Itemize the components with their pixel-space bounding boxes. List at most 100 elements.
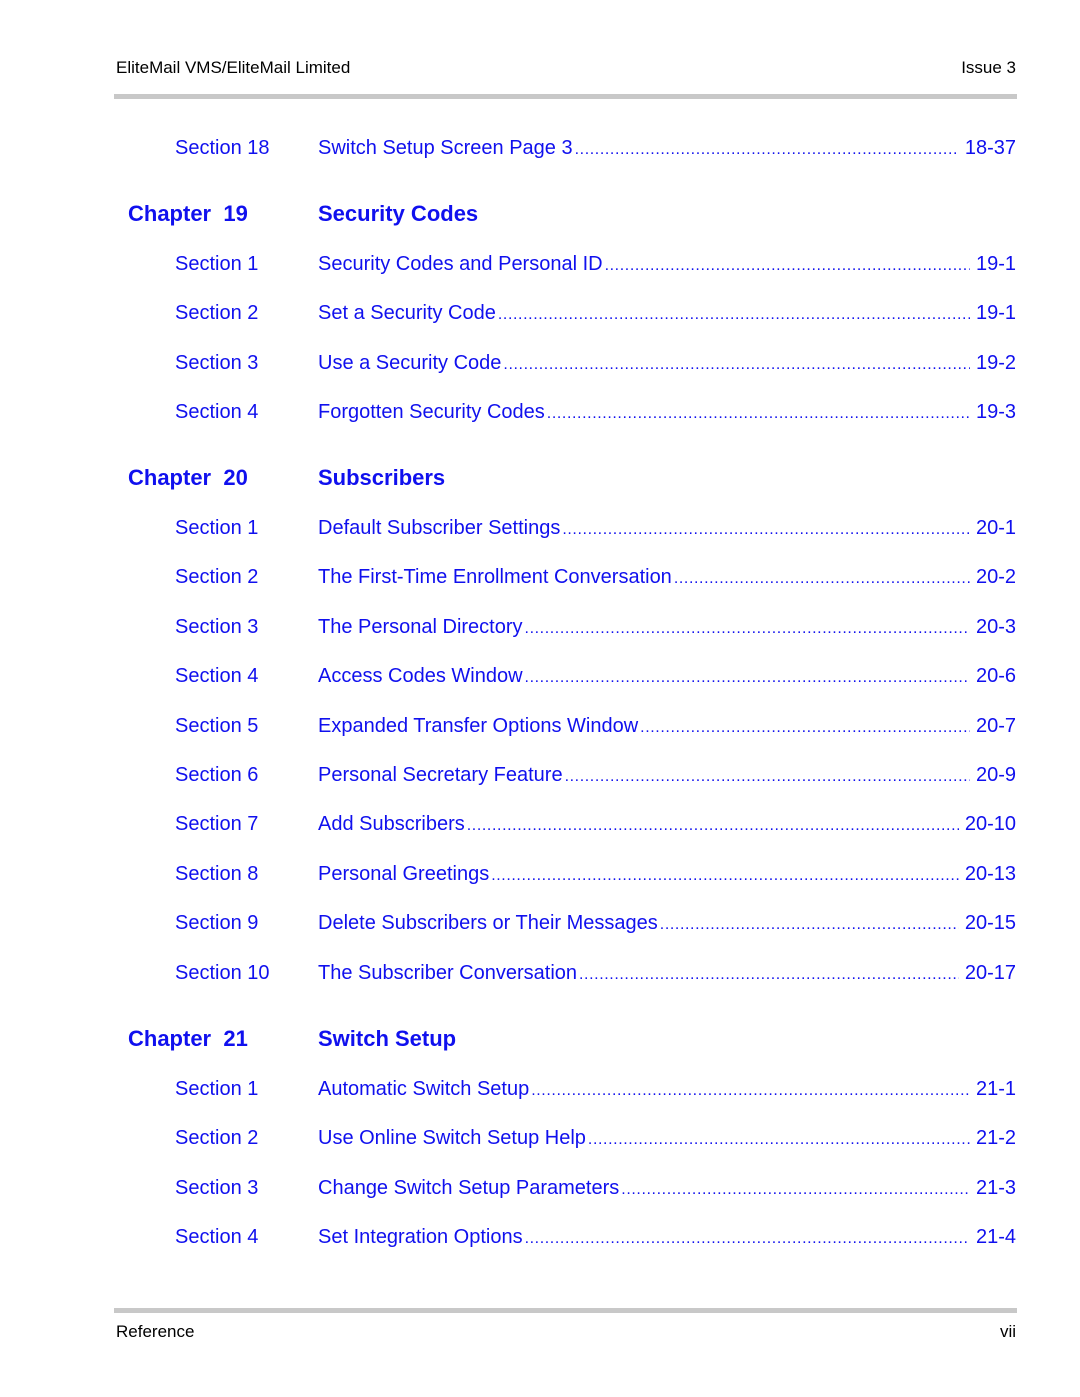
dot-leader (547, 405, 970, 423)
toc-section-number[interactable]: Section 9 (175, 912, 258, 935)
chapter-number[interactable]: Chapter 19 (128, 201, 248, 227)
toc-section-number[interactable]: Section 2 (175, 302, 258, 325)
toc-page-number[interactable]: 19-2 (976, 352, 1016, 375)
toc-section-number[interactable]: Section 2 (175, 1127, 258, 1150)
dot-leader (588, 1131, 970, 1149)
toc-entry-title[interactable]: Set Integration Options (318, 1226, 523, 1249)
toc-entry[interactable]: Section 1 Security Codes and Personal ID… (0, 253, 1080, 281)
toc-entry[interactable]: Section 3 Use a Security Code 19-2 (0, 352, 1080, 380)
footer-section-name: Reference (116, 1322, 195, 1341)
chapter-title[interactable]: Switch Setup (318, 1026, 456, 1052)
toc-section-number[interactable]: Section 1 (175, 517, 258, 540)
toc-section-number[interactable]: Section 10 (175, 962, 270, 985)
toc-page-number[interactable]: 20-13 (965, 863, 1016, 886)
toc-page-number[interactable]: 19-1 (976, 302, 1016, 325)
toc-page-number[interactable]: 20-9 (976, 764, 1016, 787)
toc-entry[interactable]: Section 3 The Personal Directory 20-3 (0, 616, 1080, 644)
toc-chapter-heading[interactable]: Chapter 21 Switch Setup (0, 1026, 1080, 1056)
dot-leader (491, 867, 959, 885)
toc-section-number[interactable]: Section 5 (175, 715, 258, 738)
toc-chapter-heading[interactable]: Chapter 20 Subscribers (0, 465, 1080, 495)
footer-page-number: vii (999, 1322, 1016, 1341)
toc-page-number[interactable]: 21-3 (976, 1177, 1016, 1200)
toc-section-number[interactable]: Section 2 (175, 566, 258, 589)
toc-entry[interactable]: Section 4 Access Codes Window 20-6 (0, 665, 1080, 693)
dot-leader (575, 141, 959, 159)
toc-page-number[interactable]: 20-3 (976, 616, 1016, 639)
toc-entry-title[interactable]: Default Subscriber Settings (318, 517, 560, 540)
toc-page-number[interactable]: 21-2 (976, 1127, 1016, 1150)
dot-leader (498, 306, 970, 324)
dot-leader (525, 669, 970, 687)
toc-page-number[interactable]: 20-6 (976, 665, 1016, 688)
toc-entry[interactable]: Section 1 Automatic Switch Setup 21-1 (0, 1078, 1080, 1106)
toc-entry-title[interactable]: Add Subscribers (318, 813, 465, 836)
header-divider (114, 94, 1017, 99)
toc-entry-title[interactable]: Forgotten Security Codes (318, 401, 545, 424)
toc-entry[interactable]: Section 5 Expanded Transfer Options Wind… (0, 715, 1080, 743)
toc-entry-title[interactable]: Personal Greetings (318, 863, 489, 886)
dot-leader (565, 768, 970, 786)
toc-entry-title[interactable]: Personal Secretary Feature (318, 764, 563, 787)
toc-page-number[interactable]: 20-1 (976, 517, 1016, 540)
toc-page-number[interactable]: 21-1 (976, 1078, 1016, 1101)
toc-section-number[interactable]: Section 4 (175, 401, 258, 424)
toc-entry[interactable]: Section 4 Forgotten Security Codes 19-3 (0, 401, 1080, 429)
toc-entry[interactable]: Section 8 Personal Greetings 20-13 (0, 863, 1080, 891)
header-document-title: EliteMail VMS/EliteMail Limited (116, 58, 351, 77)
toc-page-number[interactable]: 21-4 (976, 1226, 1016, 1249)
toc-entry-title[interactable]: The Subscriber Conversation (318, 962, 577, 985)
chapter-title[interactable]: Subscribers (318, 465, 445, 491)
toc-page-number[interactable]: 19-3 (976, 401, 1016, 424)
toc-entry-title[interactable]: Automatic Switch Setup (318, 1078, 529, 1101)
dot-leader (640, 719, 970, 737)
toc-page-number[interactable]: 20-10 (965, 813, 1016, 836)
toc-section-number[interactable]: Section 4 (175, 1226, 258, 1249)
toc-entry-title[interactable]: Delete Subscribers or Their Messages (318, 912, 658, 935)
toc-entry[interactable]: Section 10 The Subscriber Conversation 20… (0, 962, 1080, 990)
toc-entry-title[interactable]: Change Switch Setup Parameters (318, 1177, 619, 1200)
toc-chapter-heading[interactable]: Chapter 19 Security Codes (0, 201, 1080, 231)
toc-page-number[interactable]: 20-17 (965, 962, 1016, 985)
toc-section-number[interactable]: Section 7 (175, 813, 258, 836)
toc-entry[interactable]: Section 4 Set Integration Options 21-4 (0, 1226, 1080, 1254)
toc-entry-title[interactable]: Use Online Switch Setup Help (318, 1127, 586, 1150)
toc-section-number[interactable]: Section 3 (175, 352, 258, 375)
toc-entry[interactable]: Section 1 Default Subscriber Settings 20-… (0, 517, 1080, 545)
toc-entry[interactable]: Section 7 Add Subscribers 20-10 (0, 813, 1080, 841)
toc-entry[interactable]: Section 2 The First-Time Enrollment Conv… (0, 566, 1080, 594)
toc-section-number[interactable]: Section 4 (175, 665, 258, 688)
toc-entry[interactable]: Section 2 Use Online Switch Setup Help 21… (0, 1127, 1080, 1155)
toc-page-number[interactable]: 19-1 (976, 253, 1016, 276)
toc-entry[interactable]: Section 9 Delete Subscribers or Their Me… (0, 912, 1080, 940)
toc-entry-title[interactable]: Switch Setup Screen Page 3 (318, 137, 573, 160)
toc-entry[interactable]: Section 2 Set a Security Code 19-1 (0, 302, 1080, 330)
dot-leader (579, 966, 959, 984)
toc-section-number[interactable]: Section 1 (175, 1078, 258, 1101)
toc-entry[interactable]: Section 6 Personal Secretary Feature 20-9 (0, 764, 1080, 792)
toc-entry-title[interactable]: Expanded Transfer Options Window (318, 715, 638, 738)
chapter-number[interactable]: Chapter 20 (128, 465, 248, 491)
toc-page-number[interactable]: 20-7 (976, 715, 1016, 738)
header-issue: Issue 3 (961, 58, 1016, 77)
toc-entry[interactable]: Section 18 Switch Setup Screen Page 3 18-… (0, 137, 1080, 165)
toc-page-number[interactable]: 18-37 (965, 137, 1016, 160)
toc-entry-title[interactable]: Use a Security Code (318, 352, 501, 375)
toc-page-number[interactable]: 20-2 (976, 566, 1016, 589)
toc-entry-title[interactable]: Security Codes and Personal ID (318, 253, 603, 276)
toc-section-number[interactable]: Section 3 (175, 1177, 258, 1200)
toc-entry-title[interactable]: The Personal Directory (318, 616, 523, 639)
toc-section-number[interactable]: Section 3 (175, 616, 258, 639)
toc-section-number[interactable]: Section 6 (175, 764, 258, 787)
dot-leader (525, 1230, 970, 1248)
toc-entry-title[interactable]: Set a Security Code (318, 302, 496, 325)
chapter-title[interactable]: Security Codes (318, 201, 478, 227)
chapter-number[interactable]: Chapter 21 (128, 1026, 248, 1052)
toc-entry-title[interactable]: Access Codes Window (318, 665, 523, 688)
toc-section-number[interactable]: Section 8 (175, 863, 258, 886)
toc-section-number[interactable]: Section 1 (175, 253, 258, 276)
toc-entry[interactable]: Section 3 Change Switch Setup Parameters… (0, 1177, 1080, 1205)
toc-page-number[interactable]: 20-15 (965, 912, 1016, 935)
toc-entry-title[interactable]: The First-Time Enrollment Conversation (318, 566, 672, 589)
toc-section-number[interactable]: Section 18 (175, 137, 270, 160)
